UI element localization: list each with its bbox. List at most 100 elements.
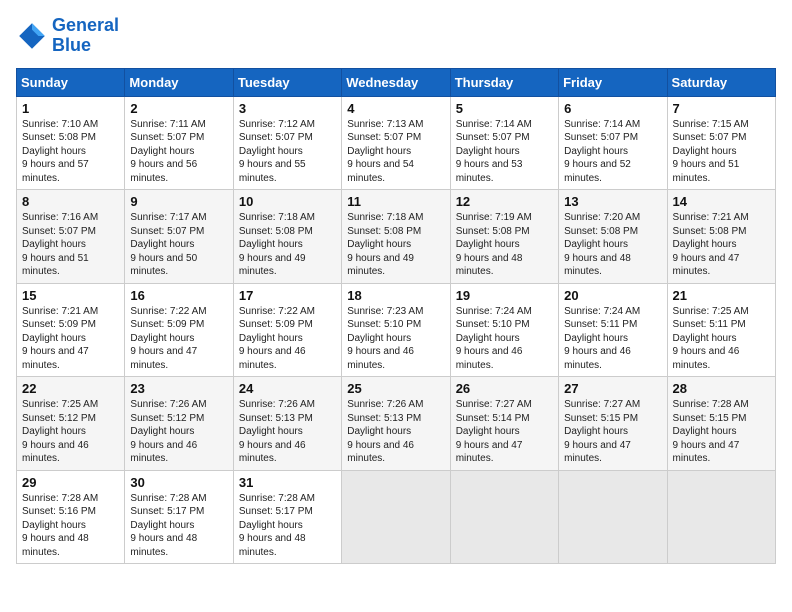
day-info: Sunrise: 7:13 AM Sunset: 5:07 PM Dayligh… xyxy=(347,118,444,186)
calendar-cell: 22 Sunrise: 7:25 AM Sunset: 5:12 PM Dayl… xyxy=(17,377,125,471)
calendar-cell: 30 Sunrise: 7:28 AM Sunset: 5:17 PM Dayl… xyxy=(125,470,233,564)
day-number: 28 xyxy=(673,381,770,396)
day-info: Sunrise: 7:25 AM Sunset: 5:11 PM Dayligh… xyxy=(673,305,770,373)
day-info: Sunrise: 7:24 AM Sunset: 5:11 PM Dayligh… xyxy=(564,305,661,373)
day-info: Sunrise: 7:27 AM Sunset: 5:14 PM Dayligh… xyxy=(456,398,553,466)
calendar-cell: 5 Sunrise: 7:14 AM Sunset: 5:07 PM Dayli… xyxy=(450,96,558,190)
calendar-cell: 25 Sunrise: 7:26 AM Sunset: 5:13 PM Dayl… xyxy=(342,377,450,471)
calendar-cell: 11 Sunrise: 7:18 AM Sunset: 5:08 PM Dayl… xyxy=(342,190,450,284)
calendar-cell: 28 Sunrise: 7:28 AM Sunset: 5:15 PM Dayl… xyxy=(667,377,775,471)
day-info: Sunrise: 7:28 AM Sunset: 5:17 PM Dayligh… xyxy=(130,492,227,560)
day-number: 29 xyxy=(22,475,119,490)
day-number: 18 xyxy=(347,288,444,303)
day-number: 3 xyxy=(239,101,336,116)
calendar-cell xyxy=(450,470,558,564)
calendar-week-row: 29 Sunrise: 7:28 AM Sunset: 5:16 PM Dayl… xyxy=(17,470,776,564)
day-info: Sunrise: 7:21 AM Sunset: 5:09 PM Dayligh… xyxy=(22,305,119,373)
day-info: Sunrise: 7:11 AM Sunset: 5:07 PM Dayligh… xyxy=(130,118,227,186)
calendar-cell: 24 Sunrise: 7:26 AM Sunset: 5:13 PM Dayl… xyxy=(233,377,341,471)
calendar-cell: 16 Sunrise: 7:22 AM Sunset: 5:09 PM Dayl… xyxy=(125,283,233,377)
calendar-cell: 8 Sunrise: 7:16 AM Sunset: 5:07 PM Dayli… xyxy=(17,190,125,284)
logo-text: General Blue xyxy=(52,16,119,56)
day-number: 23 xyxy=(130,381,227,396)
day-info: Sunrise: 7:15 AM Sunset: 5:07 PM Dayligh… xyxy=(673,118,770,186)
day-number: 31 xyxy=(239,475,336,490)
weekday-header: Monday xyxy=(125,68,233,96)
calendar-cell xyxy=(667,470,775,564)
day-number: 7 xyxy=(673,101,770,116)
header: General Blue xyxy=(16,16,776,56)
day-number: 6 xyxy=(564,101,661,116)
day-number: 14 xyxy=(673,194,770,209)
day-info: Sunrise: 7:25 AM Sunset: 5:12 PM Dayligh… xyxy=(22,398,119,466)
calendar-cell: 14 Sunrise: 7:21 AM Sunset: 5:08 PM Dayl… xyxy=(667,190,775,284)
day-number: 15 xyxy=(22,288,119,303)
day-number: 5 xyxy=(456,101,553,116)
calendar-cell: 12 Sunrise: 7:19 AM Sunset: 5:08 PM Dayl… xyxy=(450,190,558,284)
day-info: Sunrise: 7:26 AM Sunset: 5:12 PM Dayligh… xyxy=(130,398,227,466)
day-info: Sunrise: 7:26 AM Sunset: 5:13 PM Dayligh… xyxy=(239,398,336,466)
calendar-cell: 3 Sunrise: 7:12 AM Sunset: 5:07 PM Dayli… xyxy=(233,96,341,190)
calendar-cell: 15 Sunrise: 7:21 AM Sunset: 5:09 PM Dayl… xyxy=(17,283,125,377)
calendar-cell: 18 Sunrise: 7:23 AM Sunset: 5:10 PM Dayl… xyxy=(342,283,450,377)
calendar-cell: 13 Sunrise: 7:20 AM Sunset: 5:08 PM Dayl… xyxy=(559,190,667,284)
day-number: 22 xyxy=(22,381,119,396)
day-number: 9 xyxy=(130,194,227,209)
day-number: 16 xyxy=(130,288,227,303)
day-number: 11 xyxy=(347,194,444,209)
day-number: 17 xyxy=(239,288,336,303)
calendar-cell: 4 Sunrise: 7:13 AM Sunset: 5:07 PM Dayli… xyxy=(342,96,450,190)
calendar-cell: 1 Sunrise: 7:10 AM Sunset: 5:08 PM Dayli… xyxy=(17,96,125,190)
calendar-cell: 29 Sunrise: 7:28 AM Sunset: 5:16 PM Dayl… xyxy=(17,470,125,564)
calendar-week-row: 8 Sunrise: 7:16 AM Sunset: 5:07 PM Dayli… xyxy=(17,190,776,284)
calendar-cell: 7 Sunrise: 7:15 AM Sunset: 5:07 PM Dayli… xyxy=(667,96,775,190)
day-info: Sunrise: 7:22 AM Sunset: 5:09 PM Dayligh… xyxy=(239,305,336,373)
calendar: SundayMondayTuesdayWednesdayThursdayFrid… xyxy=(16,68,776,565)
calendar-cell: 20 Sunrise: 7:24 AM Sunset: 5:11 PM Dayl… xyxy=(559,283,667,377)
calendar-week-row: 1 Sunrise: 7:10 AM Sunset: 5:08 PM Dayli… xyxy=(17,96,776,190)
day-number: 12 xyxy=(456,194,553,209)
weekday-header: Sunday xyxy=(17,68,125,96)
day-info: Sunrise: 7:10 AM Sunset: 5:08 PM Dayligh… xyxy=(22,118,119,186)
calendar-cell xyxy=(559,470,667,564)
calendar-cell xyxy=(342,470,450,564)
weekday-header: Wednesday xyxy=(342,68,450,96)
day-info: Sunrise: 7:22 AM Sunset: 5:09 PM Dayligh… xyxy=(130,305,227,373)
day-number: 21 xyxy=(673,288,770,303)
day-info: Sunrise: 7:18 AM Sunset: 5:08 PM Dayligh… xyxy=(347,211,444,279)
day-number: 20 xyxy=(564,288,661,303)
calendar-week-row: 22 Sunrise: 7:25 AM Sunset: 5:12 PM Dayl… xyxy=(17,377,776,471)
weekday-header: Thursday xyxy=(450,68,558,96)
calendar-cell: 21 Sunrise: 7:25 AM Sunset: 5:11 PM Dayl… xyxy=(667,283,775,377)
day-info: Sunrise: 7:14 AM Sunset: 5:07 PM Dayligh… xyxy=(564,118,661,186)
day-info: Sunrise: 7:20 AM Sunset: 5:08 PM Dayligh… xyxy=(564,211,661,279)
calendar-cell: 19 Sunrise: 7:24 AM Sunset: 5:10 PM Dayl… xyxy=(450,283,558,377)
calendar-week-row: 15 Sunrise: 7:21 AM Sunset: 5:09 PM Dayl… xyxy=(17,283,776,377)
day-number: 24 xyxy=(239,381,336,396)
day-info: Sunrise: 7:12 AM Sunset: 5:07 PM Dayligh… xyxy=(239,118,336,186)
day-info: Sunrise: 7:28 AM Sunset: 5:16 PM Dayligh… xyxy=(22,492,119,560)
day-number: 10 xyxy=(239,194,336,209)
day-number: 19 xyxy=(456,288,553,303)
day-number: 13 xyxy=(564,194,661,209)
calendar-cell: 6 Sunrise: 7:14 AM Sunset: 5:07 PM Dayli… xyxy=(559,96,667,190)
day-info: Sunrise: 7:26 AM Sunset: 5:13 PM Dayligh… xyxy=(347,398,444,466)
day-number: 4 xyxy=(347,101,444,116)
calendar-cell: 26 Sunrise: 7:27 AM Sunset: 5:14 PM Dayl… xyxy=(450,377,558,471)
day-number: 8 xyxy=(22,194,119,209)
weekday-header: Tuesday xyxy=(233,68,341,96)
weekday-header: Saturday xyxy=(667,68,775,96)
day-info: Sunrise: 7:14 AM Sunset: 5:07 PM Dayligh… xyxy=(456,118,553,186)
day-info: Sunrise: 7:18 AM Sunset: 5:08 PM Dayligh… xyxy=(239,211,336,279)
logo-icon xyxy=(16,20,48,52)
day-info: Sunrise: 7:16 AM Sunset: 5:07 PM Dayligh… xyxy=(22,211,119,279)
day-number: 27 xyxy=(564,381,661,396)
calendar-cell: 10 Sunrise: 7:18 AM Sunset: 5:08 PM Dayl… xyxy=(233,190,341,284)
day-info: Sunrise: 7:28 AM Sunset: 5:17 PM Dayligh… xyxy=(239,492,336,560)
day-number: 30 xyxy=(130,475,227,490)
calendar-cell: 17 Sunrise: 7:22 AM Sunset: 5:09 PM Dayl… xyxy=(233,283,341,377)
day-info: Sunrise: 7:17 AM Sunset: 5:07 PM Dayligh… xyxy=(130,211,227,279)
day-number: 25 xyxy=(347,381,444,396)
logo: General Blue xyxy=(16,16,119,56)
day-info: Sunrise: 7:19 AM Sunset: 5:08 PM Dayligh… xyxy=(456,211,553,279)
